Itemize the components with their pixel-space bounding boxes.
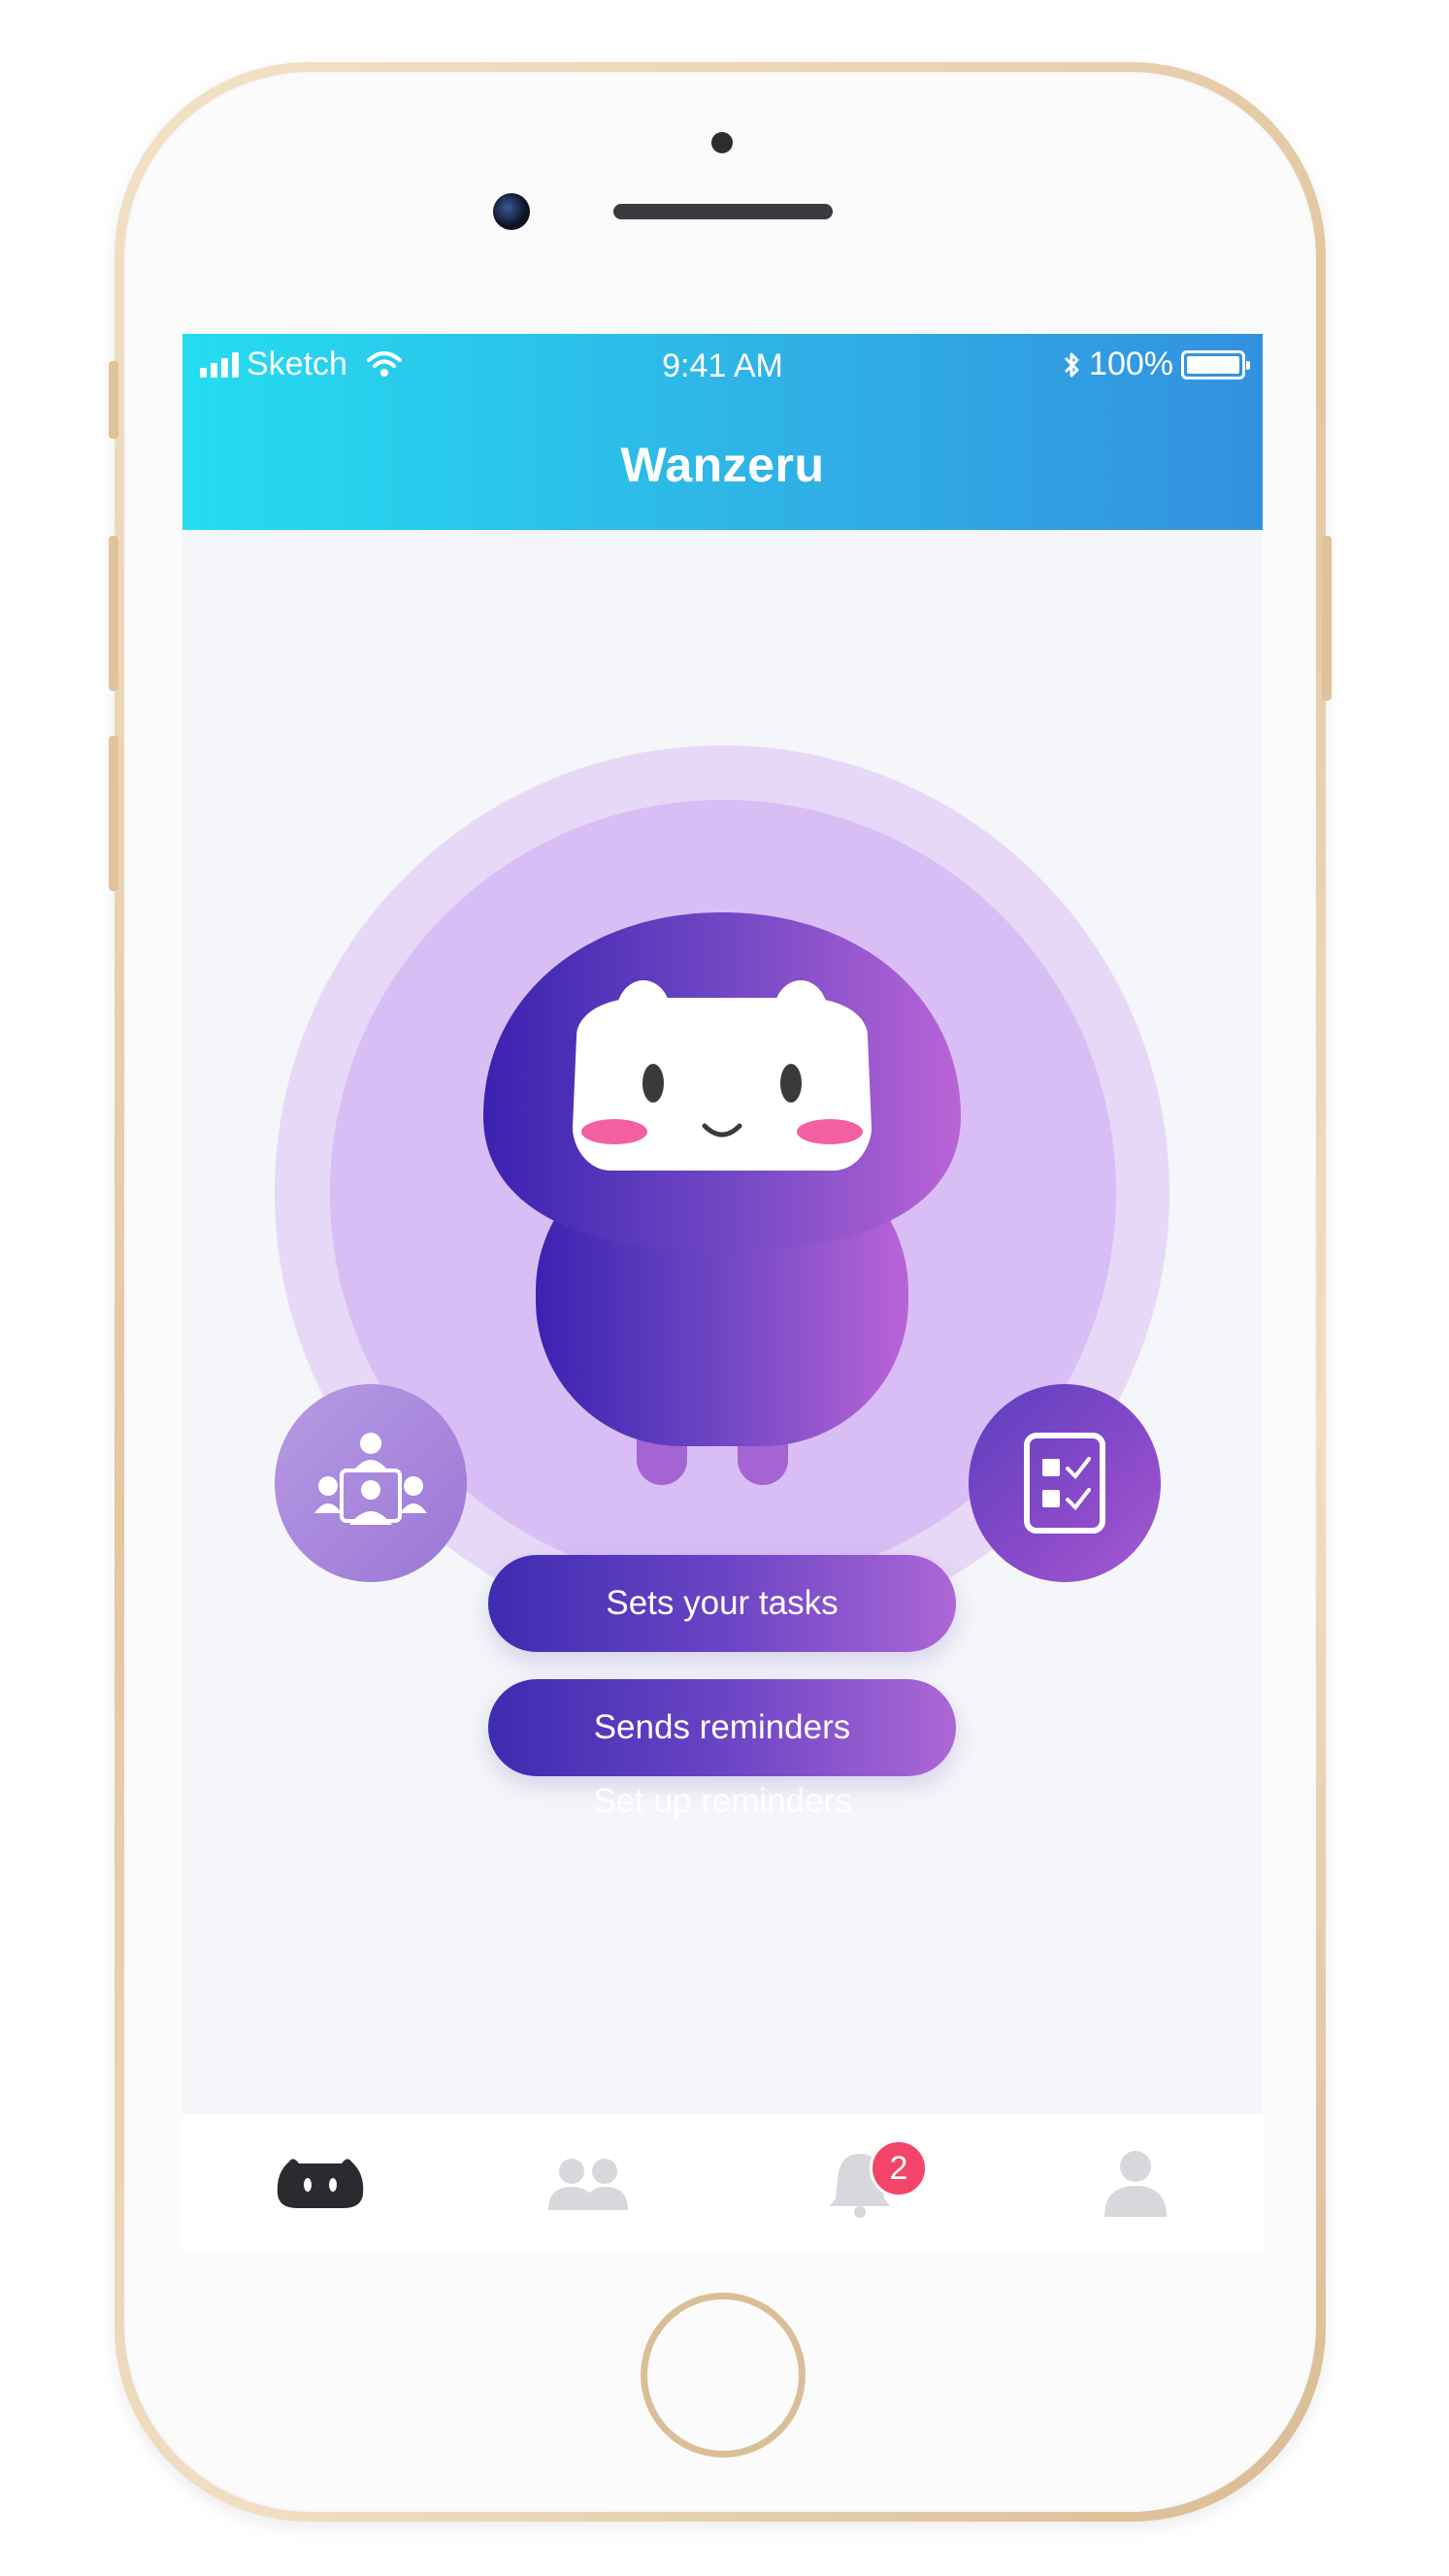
sets-tasks-button[interactable]: Sets your tasks (488, 1555, 956, 1652)
battery-percentage: 100% (1089, 346, 1173, 382)
tasks-feature-circle[interactable] (969, 1384, 1161, 1582)
profile-icon (1104, 2151, 1167, 2217)
page-title: Wanzeru (620, 438, 825, 492)
status-bar: Sketch 9:41 AM 100% (182, 334, 1263, 392)
volume-down-button (109, 736, 118, 891)
notification-badge: 2 (870, 2139, 928, 2197)
front-camera (493, 193, 530, 230)
tab-home[interactable] (262, 2114, 379, 2252)
status-right: 100% (1062, 346, 1250, 383)
team-feature-circle[interactable] (275, 1384, 467, 1582)
app-header: Sketch 9:41 AM 100% Wanzeru (182, 334, 1263, 530)
app-screen: Sketch 9:41 AM 100% Wanzeru Sets your ta… (182, 334, 1263, 2252)
mascot-icon (277, 2159, 364, 2208)
power-button (1322, 536, 1332, 701)
battery-icon (1181, 349, 1250, 380)
mute-switch (109, 361, 118, 439)
volume-up-button (109, 536, 118, 691)
sends-reminders-button[interactable]: Sends reminders (488, 1679, 956, 1776)
bluetooth-icon (1064, 352, 1079, 377)
tab-people[interactable] (530, 2114, 646, 2252)
people-icon (548, 2159, 628, 2210)
wanzeru-mascot-icon (483, 912, 961, 1485)
group-meeting-icon (314, 1433, 427, 1525)
home-button[interactable] (641, 2293, 806, 2458)
tab-bar (182, 2114, 1263, 2252)
earpiece-speaker (613, 204, 833, 219)
tab-profile[interactable] (1077, 2114, 1194, 2252)
proximity-sensor (711, 132, 733, 153)
task-checklist-icon (1024, 1433, 1105, 1534)
setup-reminders-link[interactable]: Set up reminders (182, 1782, 1263, 1821)
